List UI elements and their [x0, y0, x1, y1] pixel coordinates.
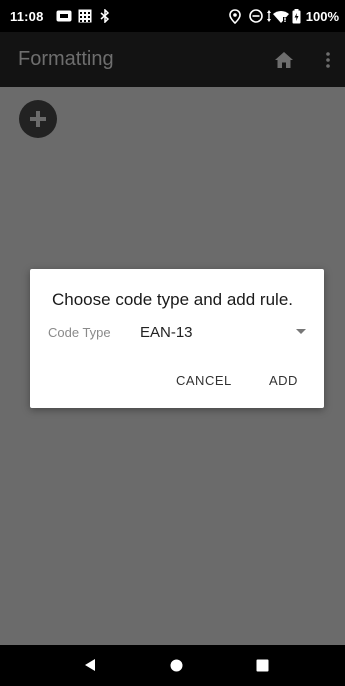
dialog-title: Choose code type and add rule. — [52, 290, 294, 309]
dropdown-caret-icon — [296, 329, 306, 334]
battery-icon — [292, 8, 301, 24]
back-icon[interactable] — [84, 658, 96, 672]
location-icon — [229, 8, 241, 24]
add-rule-dialog: Choose code type and add rule. Code Type… — [30, 269, 324, 408]
add-button[interactable]: ADD — [269, 373, 298, 388]
home-circle-icon[interactable] — [170, 659, 183, 672]
more-vert-icon — [326, 52, 330, 68]
home-button[interactable] — [270, 46, 298, 74]
data-arrows-icon — [266, 8, 272, 24]
screen: 11:08 100% Formatting Choose code type a… — [0, 0, 345, 686]
code-type-label: Code Type — [48, 325, 111, 340]
calendar-icon — [78, 8, 92, 24]
status-time: 11:08 — [10, 9, 44, 24]
more-options-button[interactable] — [318, 46, 338, 74]
wifi-icon — [273, 8, 289, 24]
code-type-value: EAN-13 — [140, 324, 193, 341]
message-icon — [56, 8, 72, 24]
dnd-icon — [249, 8, 263, 24]
plus-icon — [30, 111, 46, 127]
cancel-button[interactable]: CANCEL — [176, 373, 232, 388]
home-icon — [275, 52, 293, 68]
recents-icon[interactable] — [256, 659, 269, 672]
status-bar: 11:08 100% — [0, 0, 345, 32]
app-bar: Formatting — [0, 32, 345, 87]
bluetooth-icon — [100, 8, 110, 24]
add-rule-button[interactable] — [19, 100, 57, 138]
battery-percent: 100% — [305, 9, 339, 24]
page-title: Formatting — [18, 48, 114, 70]
code-type-select[interactable]: EAN-13 — [130, 319, 310, 345]
system-nav-bar — [0, 645, 345, 686]
